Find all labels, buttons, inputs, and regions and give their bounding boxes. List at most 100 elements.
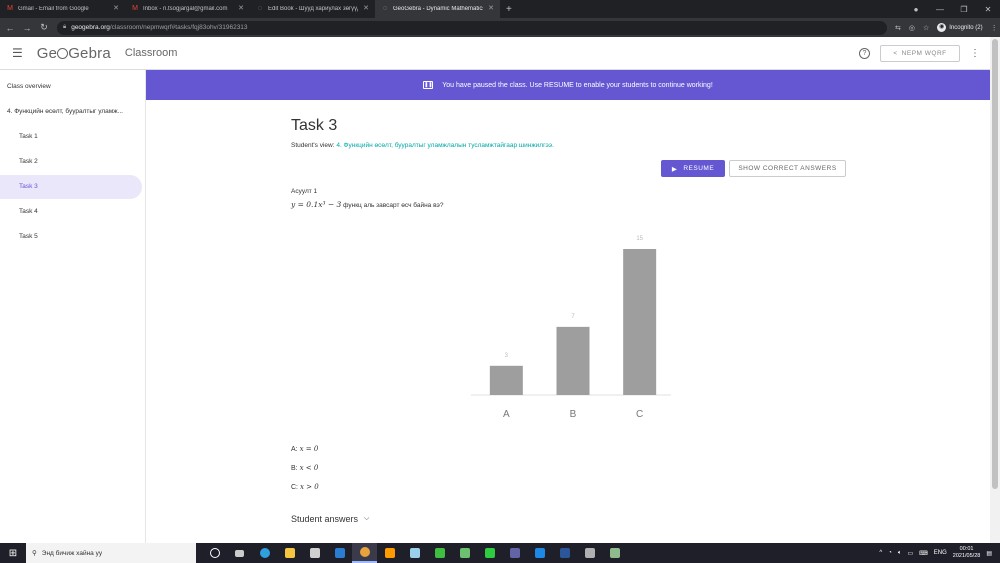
back-arrow-icon[interactable]: ←: [3, 23, 17, 33]
reload-icon[interactable]: ↻: [37, 22, 51, 33]
illustrator-icon[interactable]: [377, 543, 402, 563]
more-options-icon[interactable]: ⋮: [970, 48, 980, 59]
document-app-icon[interactable]: [402, 543, 427, 563]
geogebra-icon: ◌: [257, 5, 263, 12]
answer-bar-chart: 3 A 7 B 15 C: [471, 236, 671, 420]
question-label: Асуулт 1: [291, 188, 318, 195]
chevron-up-icon[interactable]: ^: [879, 550, 882, 556]
scrollbar-thumb[interactable]: [992, 39, 998, 489]
sidebar-item-task-1[interactable]: Task 1: [0, 125, 142, 149]
bar-b: [556, 326, 590, 395]
clock[interactable]: 00:01 2021/05/28: [953, 546, 981, 560]
taskbar-apps: [202, 543, 627, 563]
question-formula: y = 0.1x³ − 3: [291, 200, 342, 209]
word-icon[interactable]: [552, 543, 577, 563]
system-tray: ^ ◔ 🔈︎ ▭ ⌨ ENG 00:01 2021/05/28 ▤: [879, 543, 992, 563]
extension-icon[interactable]: ●: [904, 5, 928, 14]
data-label-b: 7: [571, 314, 575, 320]
student-answers-toggle[interactable]: Student answers ⌵: [291, 514, 369, 524]
section-title: Classroom: [124, 47, 178, 59]
share-icon: <: [893, 50, 898, 57]
close-icon[interactable]: ✕: [113, 4, 119, 12]
search-icon: ⚲: [32, 550, 37, 557]
option-a: A: x = 0: [291, 445, 319, 453]
incognito-profile[interactable]: ◉ Incognito (2): [937, 23, 983, 32]
eye-off-icon[interactable]: ◎: [909, 24, 915, 32]
share-button[interactable]: < NEPM WQRF: [880, 45, 960, 62]
option-b: B: x < 0: [291, 464, 319, 472]
language-indicator[interactable]: ENG: [934, 550, 947, 556]
pause-banner: ❚❚ You have paused the class. Use RESUME…: [146, 70, 990, 100]
sidebar-item-lesson[interactable]: 4. Функцийн өсөлт, буурaлтыг уламж...: [0, 100, 142, 124]
star-icon[interactable]: ☆: [923, 24, 929, 32]
close-window-icon[interactable]: ✕: [976, 5, 1000, 14]
hamburger-menu-icon[interactable]: ☰: [12, 46, 23, 60]
forward-arrow-icon[interactable]: →: [20, 23, 34, 33]
browser-tab-strip: M Gmail - Email from Google ✕ M Inbox - …: [0, 0, 1000, 18]
play-icon: ▶: [671, 165, 678, 173]
mail-icon[interactable]: [327, 543, 352, 563]
new-tab-button[interactable]: +: [506, 4, 512, 15]
url-domain: geogebra.org: [71, 24, 110, 31]
data-label-c: 15: [636, 236, 643, 242]
translate-icon[interactable]: ⇆: [895, 24, 901, 32]
data-label-a: 3: [505, 353, 509, 359]
battery-icon[interactable]: ▭: [907, 550, 913, 557]
close-icon[interactable]: ✕: [238, 4, 244, 12]
gmail-icon: M: [7, 5, 13, 12]
geogebra-logo[interactable]: Ge Gebra: [37, 45, 111, 62]
paint-icon[interactable]: [452, 543, 477, 563]
resume-button[interactable]: ▶ RESUME: [661, 160, 725, 177]
tick-label-b: B: [570, 409, 577, 420]
url-path: /classroom/nepmwqrf#tasks/fqj83ohv/31962…: [109, 24, 248, 31]
browser-tab-inbox[interactable]: M Inbox - n.tsogjargal@gmail.com ✕: [125, 0, 250, 18]
chevron-down-icon: ⌵: [364, 515, 370, 522]
browser-menu-icon[interactable]: ⋮: [991, 24, 998, 32]
browser-tab-gmail[interactable]: M Gmail - Email from Google ✕: [0, 0, 125, 18]
taskbar-search[interactable]: ⚲ Энд бичиж хайна уу: [26, 543, 196, 563]
cortana-icon[interactable]: [202, 543, 227, 563]
geogebra-icon: ◌: [382, 5, 388, 12]
file-explorer-icon[interactable]: [277, 543, 302, 563]
app-header: ☰ Ge Gebra Classroom ? < NEPM WQRF ⋮: [0, 37, 990, 70]
chrome-icon[interactable]: [352, 543, 377, 563]
show-correct-answers-button[interactable]: SHOW CORRECT ANSWERS: [729, 160, 846, 177]
photos-icon[interactable]: [577, 543, 602, 563]
sidebar-item-task-5[interactable]: Task 5: [0, 225, 142, 249]
volume-icon[interactable]: 🔈︎: [898, 550, 902, 557]
sidebar-item-task-3[interactable]: Task 3: [0, 175, 142, 199]
page-scrollbar[interactable]: [990, 37, 1000, 543]
keyboard-icon[interactable]: ⌨: [919, 550, 928, 557]
page-title: Task 3: [291, 117, 338, 134]
notifications-icon[interactable]: ▤: [986, 550, 992, 557]
task-view-icon[interactable]: [227, 543, 252, 563]
media-player-icon[interactable]: [527, 543, 552, 563]
minimize-icon[interactable]: —: [928, 5, 952, 14]
help-icon[interactable]: ?: [859, 48, 870, 59]
sidebar-item-task-4[interactable]: Task 4: [0, 200, 142, 224]
student-view-link[interactable]: 4. Функцийн өсөлт, бууралтыг уламжлалын …: [336, 142, 554, 149]
browser-tab-geogebra[interactable]: ◌ GeoGebra - Dynamic Mathematics ✕: [375, 0, 500, 18]
close-icon[interactable]: ✕: [363, 4, 369, 12]
bar-c: [623, 249, 657, 395]
url-bar[interactable]: 🔒︎ geogebra.org /classroom/nepmwqrf#task…: [57, 20, 887, 35]
edge-icon[interactable]: [252, 543, 277, 563]
green-app-icon[interactable]: [477, 543, 502, 563]
store-icon[interactable]: [302, 543, 327, 563]
teams-icon[interactable]: [502, 543, 527, 563]
tools-icon[interactable]: [602, 543, 627, 563]
lock-icon: 🔒︎: [63, 24, 67, 30]
pause-icon: ❚❚: [423, 81, 434, 89]
sidebar-item-class-overview[interactable]: Class overview: [0, 75, 142, 99]
gmail-icon: M: [132, 5, 138, 12]
sidebar-item-task-2[interactable]: Task 2: [0, 150, 142, 174]
windows-start-icon[interactable]: ⊞: [0, 548, 26, 559]
camtasia-icon[interactable]: [427, 543, 452, 563]
sidebar: Class overview 4. Функцийн өсөлт, буурaл…: [0, 70, 146, 543]
network-icon[interactable]: ◔: [888, 550, 892, 556]
close-icon[interactable]: ✕: [488, 4, 494, 12]
task-content: Task 3 Student's view: 4. Функцийн өсөлт…: [146, 100, 990, 543]
student-view: Student's view: 4. Функцийн өсөлт, буура…: [291, 142, 554, 149]
browser-tab-edit-book[interactable]: ◌ Edit Book - Шууд хариулах зөгүүд ✕: [250, 0, 375, 18]
restore-icon[interactable]: ❐: [952, 5, 976, 14]
